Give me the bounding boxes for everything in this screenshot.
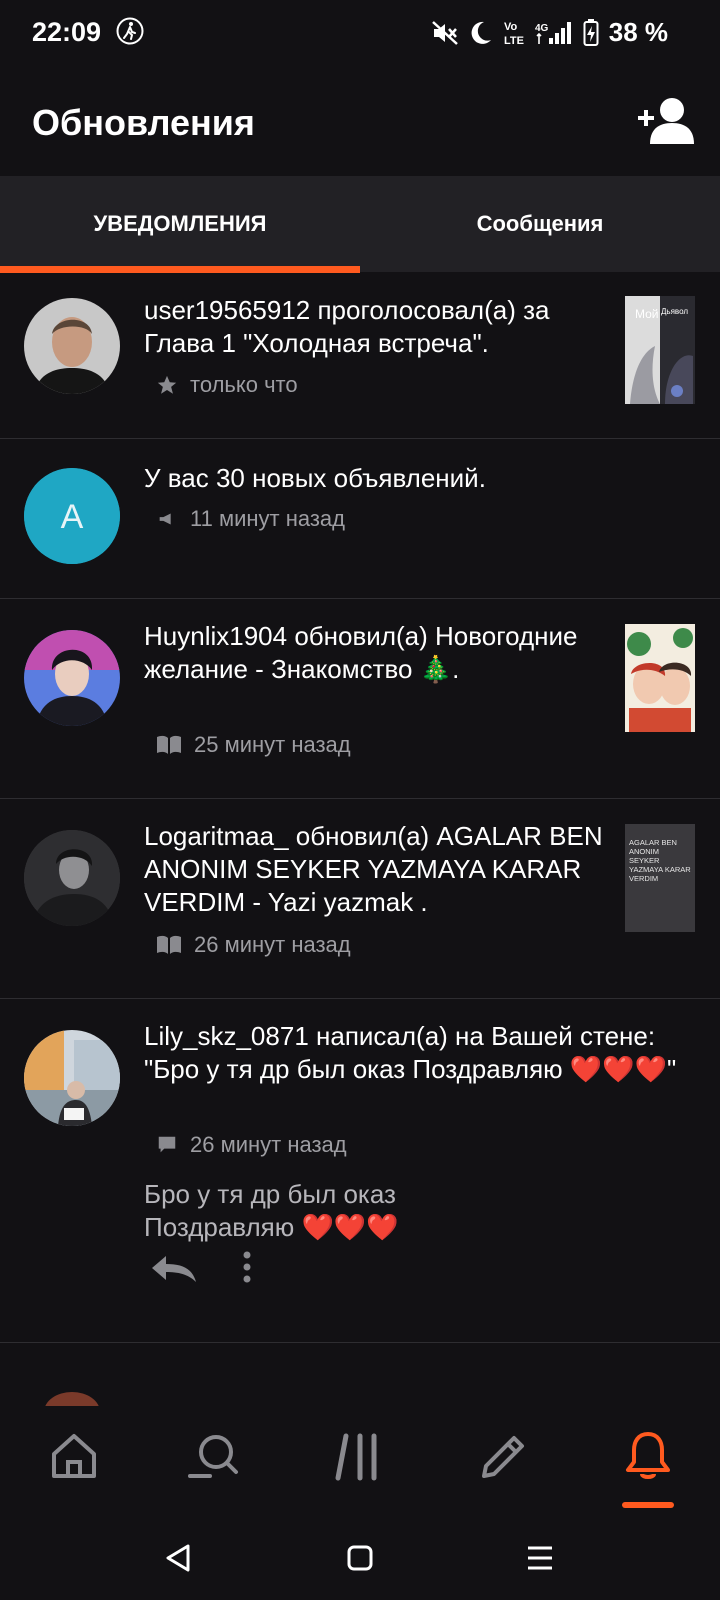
cover-text: AGALAR BEN ANONIM SEYKER YAZMAYA KARAR V… bbox=[629, 838, 691, 883]
svg-text:4G: 4G bbox=[535, 23, 549, 34]
story-cover[interactable] bbox=[625, 624, 695, 732]
back-icon[interactable] bbox=[160, 1540, 196, 1576]
book-icon bbox=[157, 735, 181, 754]
notification-item[interactable]: Lily_skz_0871 написал(а) на Вашей стене:… bbox=[0, 998, 720, 1343]
svg-text:Vo: Vo bbox=[504, 21, 518, 33]
avatar[interactable] bbox=[24, 1030, 120, 1126]
volte-icon: Vo LTE bbox=[504, 21, 524, 47]
tab-messages[interactable]: Сообщения bbox=[360, 176, 720, 272]
notification-item[interactable]: Logaritmaa_ обновил(а) AGALAR BEN ANONIM… bbox=[0, 798, 720, 999]
write-icon[interactable] bbox=[476, 1428, 532, 1484]
story-cover[interactable]: Мой Дьявол bbox=[625, 296, 695, 404]
notifications-icon[interactable] bbox=[620, 1428, 676, 1484]
avatar[interactable] bbox=[24, 298, 120, 394]
notification-time: 25 минут назад bbox=[194, 732, 351, 757]
add-friend-icon[interactable] bbox=[636, 96, 696, 146]
home-button-icon[interactable] bbox=[342, 1540, 378, 1576]
home-icon[interactable] bbox=[46, 1428, 102, 1484]
running-icon bbox=[116, 17, 144, 45]
mute-icon bbox=[431, 20, 458, 45]
cover-title: Мой bbox=[635, 307, 659, 321]
library-icon[interactable] bbox=[332, 1428, 388, 1484]
status-icons: Vo LTE 4G 38 % bbox=[431, 17, 668, 48]
avatar-letter: A bbox=[61, 498, 84, 536]
megaphone-icon bbox=[159, 513, 171, 525]
notification-meta: 25 минут назад bbox=[156, 732, 351, 758]
notification-text: У вас 30 новых объявлений. bbox=[144, 463, 486, 493]
notification-text: Logaritmaa_ обновил(а) AGALAR BEN ANONIM… bbox=[144, 821, 603, 917]
notification-item[interactable] bbox=[0, 1342, 720, 1412]
tab-bar: УВЕДОМЛЕНИЯ Сообщения bbox=[0, 176, 720, 273]
notification-meta: только что bbox=[156, 372, 298, 398]
recents-icon[interactable] bbox=[522, 1540, 558, 1576]
notification-text: Lily_skz_0871 написал(а) на Вашей стене:… bbox=[144, 1021, 677, 1084]
tab-notifications[interactable]: УВЕДОМЛЕНИЯ bbox=[0, 176, 360, 272]
moon-icon bbox=[471, 21, 491, 44]
notification-time: 26 минут назад bbox=[194, 932, 351, 957]
page-title: Обновления bbox=[32, 102, 255, 143]
svg-text:LTE: LTE bbox=[504, 35, 524, 47]
notification-meta: 26 минут назад bbox=[156, 932, 351, 958]
notification-meta: 26 минут назад bbox=[156, 1132, 347, 1158]
bottom-navigation bbox=[0, 1406, 720, 1516]
notification-item[interactable]: user19565912 проголосовал(а) за Глава 1 … bbox=[0, 272, 720, 439]
notification-text: user19565912 проголосовал(а) за Глава 1 … bbox=[144, 295, 550, 358]
avatar[interactable] bbox=[24, 630, 120, 726]
system-navigation bbox=[0, 1516, 720, 1600]
signal-icon: 4G bbox=[535, 21, 571, 44]
notification-text: Huynlix1904 обновил(а) Новогодние желани… bbox=[144, 621, 578, 684]
notification-item[interactable]: A У вас 30 новых объявлений. 11 минут на… bbox=[0, 438, 720, 599]
wall-post-text: Бро у тя др был оказ Поздравляю ❤️❤️❤️ bbox=[144, 1179, 399, 1242]
avatar[interactable] bbox=[24, 830, 120, 926]
app-header: Обновления bbox=[0, 66, 720, 176]
notification-time: только что bbox=[190, 372, 298, 397]
search-icon[interactable] bbox=[186, 1428, 242, 1484]
status-time: 22:09 bbox=[32, 17, 102, 47]
notification-time: 11 минут назад bbox=[190, 506, 345, 531]
avatar[interactable]: A bbox=[24, 468, 120, 564]
story-cover[interactable]: AGALAR BEN ANONIM SEYKER YAZMAYA KARAR V… bbox=[625, 824, 695, 932]
star-icon bbox=[157, 375, 177, 394]
notification-meta: 11 минут назад bbox=[156, 506, 345, 532]
comment-icon bbox=[158, 1136, 176, 1153]
notification-time: 26 минут назад bbox=[190, 1132, 347, 1157]
cover-title-2: Дьявол bbox=[661, 307, 688, 316]
battery-icon bbox=[583, 18, 599, 46]
more-options-icon[interactable] bbox=[242, 1250, 252, 1284]
reply-icon[interactable] bbox=[150, 1254, 198, 1284]
battery-percent: 38 % bbox=[608, 17, 668, 47]
notification-item[interactable]: Huynlix1904 обновил(а) Новогодние желани… bbox=[0, 598, 720, 799]
active-nav-indicator bbox=[622, 1502, 674, 1508]
status-bar: 22:09 Vo LTE 4G 38 % bbox=[0, 0, 720, 66]
book-icon bbox=[157, 935, 181, 954]
